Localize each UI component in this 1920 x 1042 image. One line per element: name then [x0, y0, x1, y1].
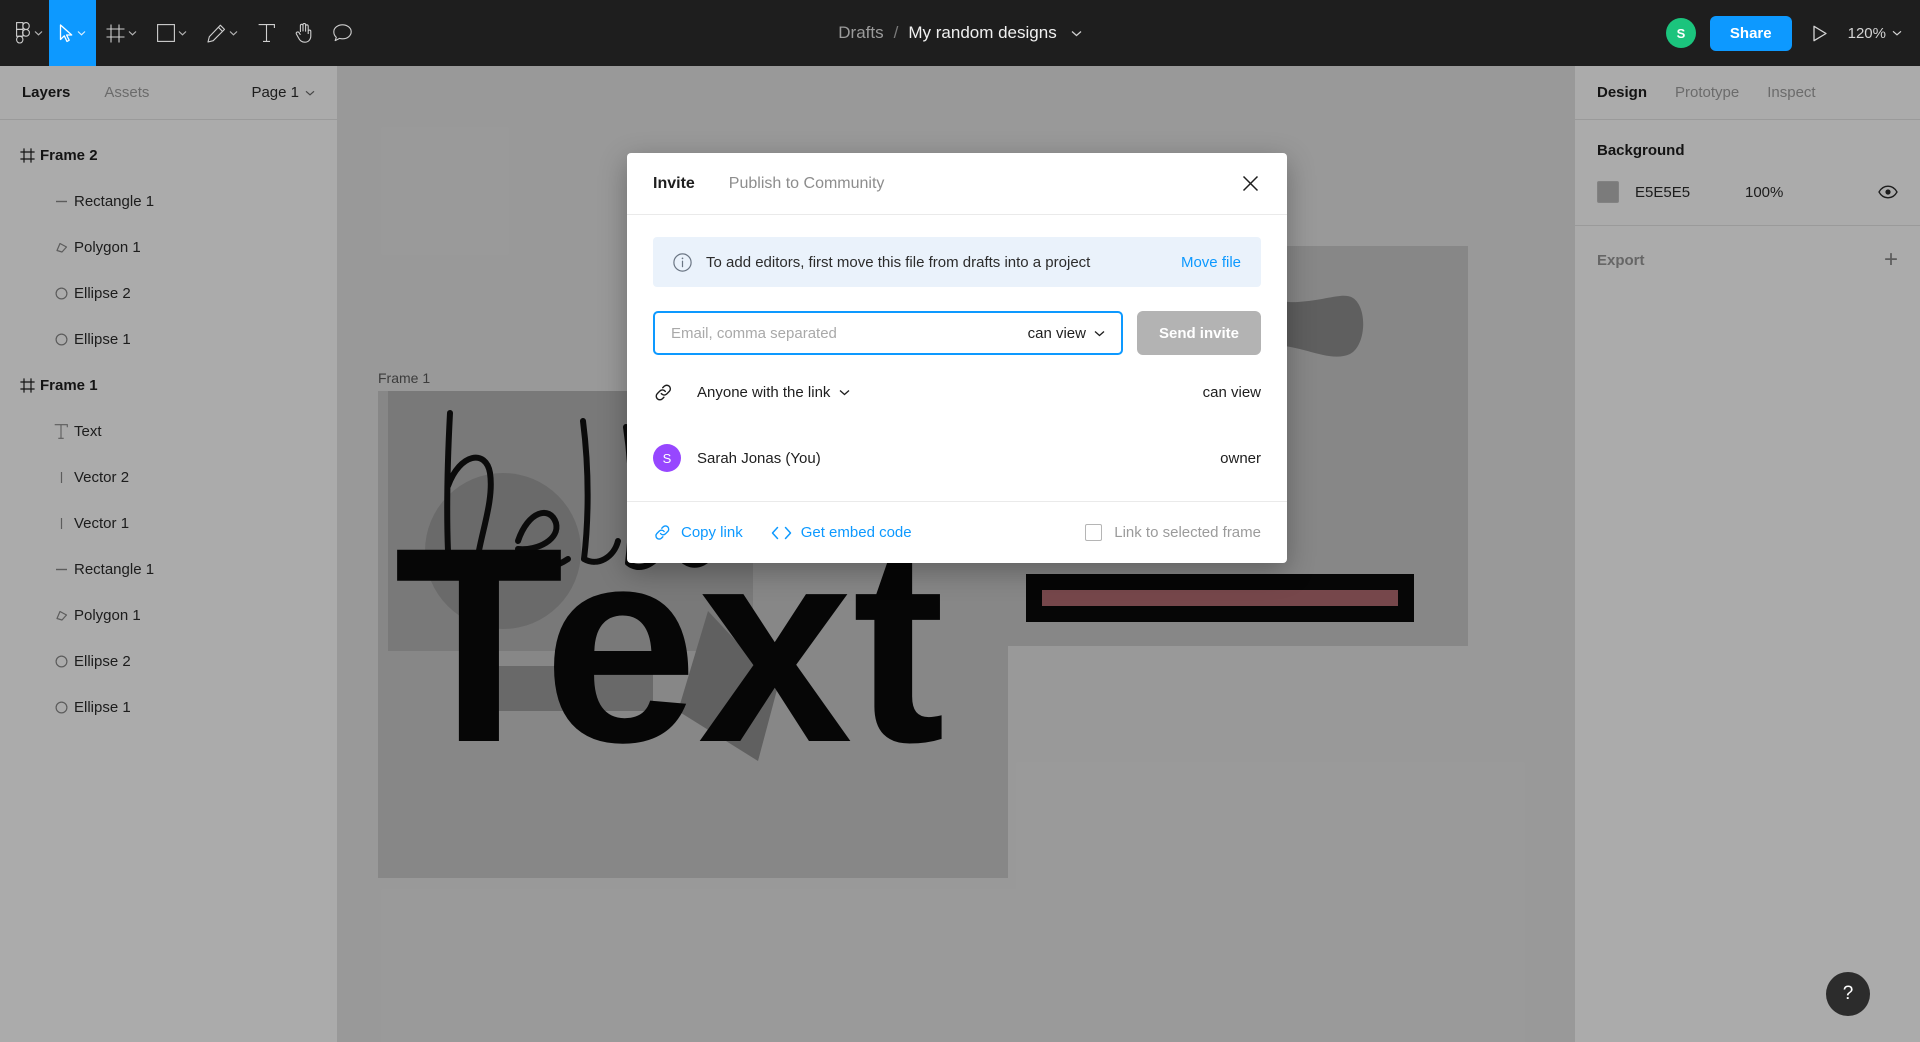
- chevron-down-icon: [77, 30, 86, 36]
- link-access-permission[interactable]: can view: [1203, 384, 1261, 401]
- member-row: S Sarah Jonas (You) owner: [653, 429, 1261, 487]
- invite-row: can view Send invite: [653, 311, 1261, 355]
- move-file-link[interactable]: Move file: [1181, 254, 1241, 271]
- breadcrumb-separator: /: [893, 23, 899, 42]
- link-access-label: Anyone with the link: [697, 383, 831, 401]
- copy-link-label: Copy link: [681, 524, 743, 541]
- chevron-down-icon: [839, 389, 850, 395]
- share-modal: Invite Publish to Community To add edito…: [627, 153, 1287, 563]
- chevron-down-icon[interactable]: [1071, 24, 1082, 42]
- link-to-selected-frame-label: Link to selected frame: [1114, 524, 1261, 541]
- link-icon: [655, 525, 670, 540]
- link-access-select[interactable]: Anyone with the link: [697, 384, 850, 401]
- hand-tool[interactable]: [285, 0, 323, 66]
- move-file-notice: To add editors, first move this file fro…: [653, 237, 1261, 287]
- present-play-icon[interactable]: [1806, 25, 1834, 42]
- tool-group: [0, 0, 362, 66]
- breadcrumb-project[interactable]: Drafts: [838, 23, 883, 43]
- invite-permission-value: can view: [1027, 324, 1086, 342]
- get-embed-code-button[interactable]: Get embed code: [771, 524, 912, 541]
- link-access-row: Anyone with the link can view: [653, 363, 1261, 421]
- tab-invite[interactable]: Invite: [653, 175, 695, 193]
- comment-tool[interactable]: [323, 0, 362, 66]
- email-input[interactable]: [671, 324, 1028, 342]
- move-tool[interactable]: [49, 0, 96, 66]
- frame-tool[interactable]: [96, 0, 147, 66]
- toolbar-right-group: S Share 120%: [1665, 0, 1902, 66]
- chevron-down-icon: [1892, 30, 1902, 36]
- link-icon: [653, 382, 681, 403]
- info-icon: [673, 252, 692, 272]
- zoom-level: 120%: [1847, 24, 1886, 42]
- share-modal-body: To add editors, first move this file fro…: [627, 215, 1287, 487]
- chevron-down-icon: [178, 30, 187, 36]
- pen-tool[interactable]: [197, 0, 248, 66]
- member-avatar: S: [653, 444, 681, 472]
- checkbox-box[interactable]: [1085, 524, 1103, 541]
- notice-text: To add editors, first move this file fro…: [706, 253, 1091, 271]
- share-button[interactable]: Share: [1709, 15, 1792, 51]
- chevron-down-icon: [128, 30, 137, 36]
- link-to-selected-frame-checkbox[interactable]: Link to selected frame: [1085, 524, 1261, 541]
- member-role: owner: [1220, 449, 1261, 467]
- member-name: Sarah Jonas (You): [697, 449, 821, 467]
- text-tool[interactable]: [248, 0, 285, 66]
- figma-app: Drafts / My random designs S Share 120% …: [0, 0, 1920, 1042]
- chevron-down-icon: [1094, 330, 1105, 336]
- close-icon[interactable]: [1233, 167, 1267, 201]
- zoom-control[interactable]: 120%: [1848, 25, 1902, 42]
- chevron-down-icon: [229, 30, 238, 36]
- code-brackets-icon: [771, 526, 791, 539]
- chevron-down-icon: [34, 30, 43, 36]
- copy-link-button[interactable]: Copy link: [653, 523, 743, 542]
- share-modal-footer: Copy link Get embed code Link to selecte…: [627, 501, 1287, 563]
- send-invite-button[interactable]: Send invite: [1136, 311, 1261, 355]
- email-field-wrapper[interactable]: can view: [653, 311, 1123, 355]
- tab-publish-to-community[interactable]: Publish to Community: [729, 175, 885, 193]
- page-title[interactable]: My random designs: [908, 23, 1056, 43]
- share-modal-header: Invite Publish to Community: [627, 153, 1287, 215]
- embed-code-label: Get embed code: [800, 524, 912, 541]
- avatar[interactable]: S: [1665, 18, 1696, 48]
- shape-tool[interactable]: [147, 0, 197, 66]
- help-button[interactable]: ?: [1826, 972, 1870, 1016]
- top-toolbar: Drafts / My random designs S Share 120%: [0, 0, 1920, 66]
- invite-permission-select[interactable]: can view: [1028, 325, 1105, 342]
- figma-logo-icon[interactable]: [0, 0, 49, 66]
